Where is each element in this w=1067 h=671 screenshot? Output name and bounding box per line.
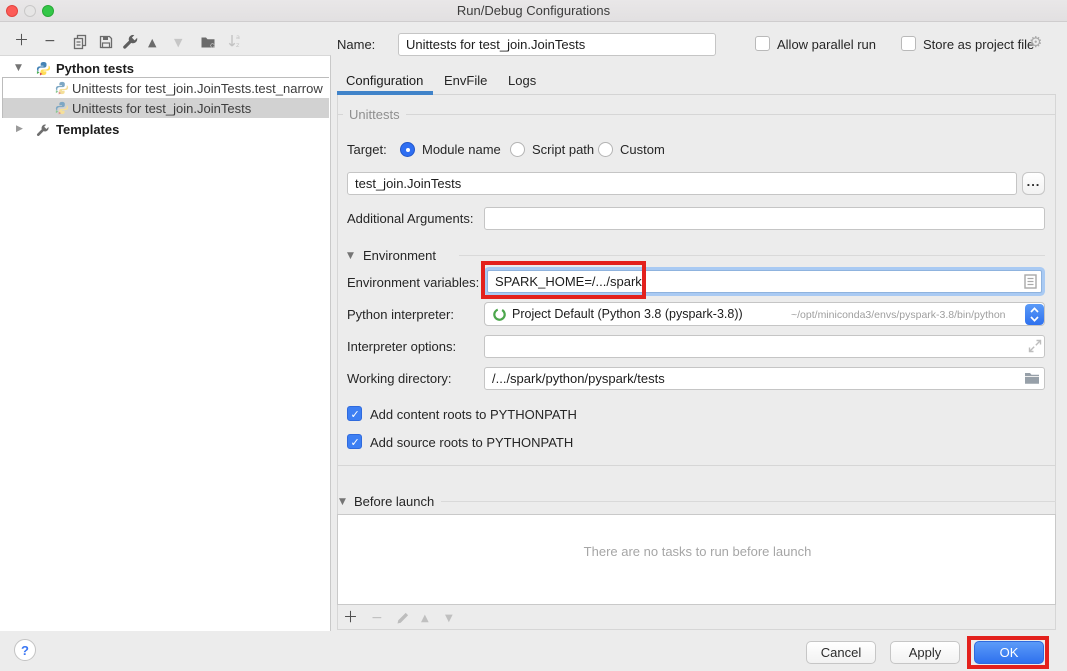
tree-item-unittests-jointests[interactable]: Unittests for test_join.JoinTests <box>3 98 329 118</box>
move-task-down-icon: ▼ <box>445 614 453 624</box>
tab-configuration[interactable]: Configuration <box>346 73 423 88</box>
python-interpreter-path: ~/opt/miniconda3/envs/pyspark-3.8/bin/py… <box>791 309 1006 321</box>
target-module-name-label[interactable]: Module name <box>422 142 501 157</box>
tree-item-label: Python tests <box>56 61 321 76</box>
cancel-button[interactable]: Cancel <box>806 641 876 664</box>
tab-logs[interactable]: Logs <box>508 73 536 88</box>
target-module-name-radio[interactable] <box>400 142 415 157</box>
edit-task-icon <box>396 611 410 630</box>
before-launch-empty-message: There are no tasks to run before launch <box>338 544 1057 559</box>
tree-item-label: Templates <box>56 122 321 137</box>
svg-text:a: a <box>236 33 240 41</box>
move-up-icon[interactable]: ▲ <box>148 37 156 48</box>
svg-text:z: z <box>236 41 240 49</box>
templates-icon <box>36 123 50 142</box>
tree-item-label: Unittests for test_join.JoinTests <box>72 101 328 116</box>
interpreter-options-label: Interpreter options: <box>347 339 456 354</box>
additional-arguments-label: Additional Arguments: <box>347 211 473 226</box>
chevron-up-down-icon <box>1025 304 1044 325</box>
folder-icon[interactable] <box>1024 371 1040 390</box>
environment-collapse-icon[interactable]: ▼ <box>347 252 354 261</box>
add-source-roots-checkbox[interactable] <box>347 434 362 449</box>
sort-configurations-icon: az <box>227 33 243 55</box>
window-title: Run/Debug Configurations <box>0 3 1067 18</box>
name-input[interactable] <box>398 33 716 56</box>
before-launch-section-divider <box>441 501 1056 502</box>
tree-item-python-tests[interactable]: ▼ Python tests <box>0 58 331 78</box>
python-interpreter-label: Python interpreter: <box>347 307 454 322</box>
environment-section-divider <box>459 255 1045 256</box>
python-interpreter-dropdown[interactable]: Project Default (Python 3.8 (pyspark-3.8… <box>484 302 1045 326</box>
target-script-path-label[interactable]: Script path <box>532 142 594 157</box>
run-debug-configurations-dialog: { "window": { "title": "Run/Debug Config… <box>0 0 1067 671</box>
tree-item-templates[interactable]: ▶ Templates <box>0 119 331 139</box>
expand-field-icon[interactable] <box>1028 339 1042 358</box>
configurations-tree-panel: ▼ Python tests Unittests for test_join.J… <box>0 55 331 631</box>
allow-parallel-run-label: Allow parallel run <box>777 37 876 52</box>
python-interpreter-value: Project Default (Python 3.8 (pyspark-3.8… <box>512 307 743 321</box>
environment-section-title: Environment <box>363 248 436 263</box>
save-configuration-icon[interactable] <box>98 34 114 55</box>
store-as-project-file-checkbox[interactable] <box>901 36 916 51</box>
target-custom-label[interactable]: Custom <box>620 142 665 157</box>
chevron-down-icon[interactable]: ▼ <box>15 64 22 73</box>
add-icon[interactable]: ＋ <box>14 33 29 48</box>
conda-environment-icon <box>492 307 507 327</box>
environment-variables-label: Environment variables: <box>347 275 479 290</box>
remove-icon[interactable]: − <box>44 34 56 48</box>
add-content-roots-label[interactable]: Add content roots to PYTHONPATH <box>370 407 577 422</box>
add-source-roots-label[interactable]: Add source roots to PYTHONPATH <box>370 435 573 450</box>
move-task-up-icon: ▲ <box>421 614 429 624</box>
before-launch-task-list[interactable]: There are no tasks to run before launch <box>337 514 1056 605</box>
additional-arguments-input[interactable] <box>484 207 1045 230</box>
environment-variables-input[interactable] <box>487 270 1042 293</box>
gear-icon[interactable]: ⚙ <box>1029 35 1042 50</box>
target-script-path-radio[interactable] <box>510 142 525 157</box>
copy-configuration-icon[interactable] <box>72 34 88 55</box>
target-custom-radio[interactable] <box>598 142 613 157</box>
tree-item-unittests-test-narrow[interactable]: Unittests for test_join.JoinTests.test_n… <box>3 78 329 98</box>
tree-item-label: Unittests for test_join.JoinTests.test_n… <box>72 81 328 96</box>
working-directory-input[interactable] <box>484 367 1045 390</box>
store-as-project-file-label: Store as project file <box>923 37 1034 52</box>
remove-task-icon: − <box>371 611 383 625</box>
dropdown-stepper-button[interactable] <box>1025 304 1044 325</box>
move-down-icon: ▼ <box>174 37 182 48</box>
allow-parallel-run-checkbox[interactable] <box>755 36 770 51</box>
environment-variables-list-icon[interactable] <box>1024 274 1037 294</box>
browse-button[interactable]: ... <box>1022 172 1045 195</box>
interpreter-options-input[interactable] <box>484 335 1045 358</box>
python-tests-icon <box>55 101 69 120</box>
apply-button[interactable]: Apply <box>890 641 960 664</box>
working-directory-label: Working directory: <box>347 371 452 386</box>
tab-envfile[interactable]: EnvFile <box>444 73 487 88</box>
before-launch-collapse-icon[interactable]: ▼ <box>339 498 346 507</box>
add-content-roots-checkbox[interactable] <box>347 406 362 421</box>
help-button[interactable]: ? <box>14 639 36 661</box>
chevron-right-icon[interactable]: ▶ <box>16 125 23 134</box>
add-task-icon[interactable]: ＋ <box>343 610 358 625</box>
target-input[interactable] <box>347 172 1017 195</box>
before-launch-section-title: Before launch <box>354 494 434 509</box>
ok-button[interactable]: OK <box>974 641 1044 664</box>
create-new-folder-icon[interactable] <box>200 34 217 55</box>
name-label: Name: <box>337 37 375 52</box>
unittests-section-title: Unittests <box>343 107 406 122</box>
target-label: Target: <box>347 142 387 157</box>
title-bar: Run/Debug Configurations <box>0 0 1067 22</box>
edit-templates-icon[interactable] <box>122 33 139 55</box>
